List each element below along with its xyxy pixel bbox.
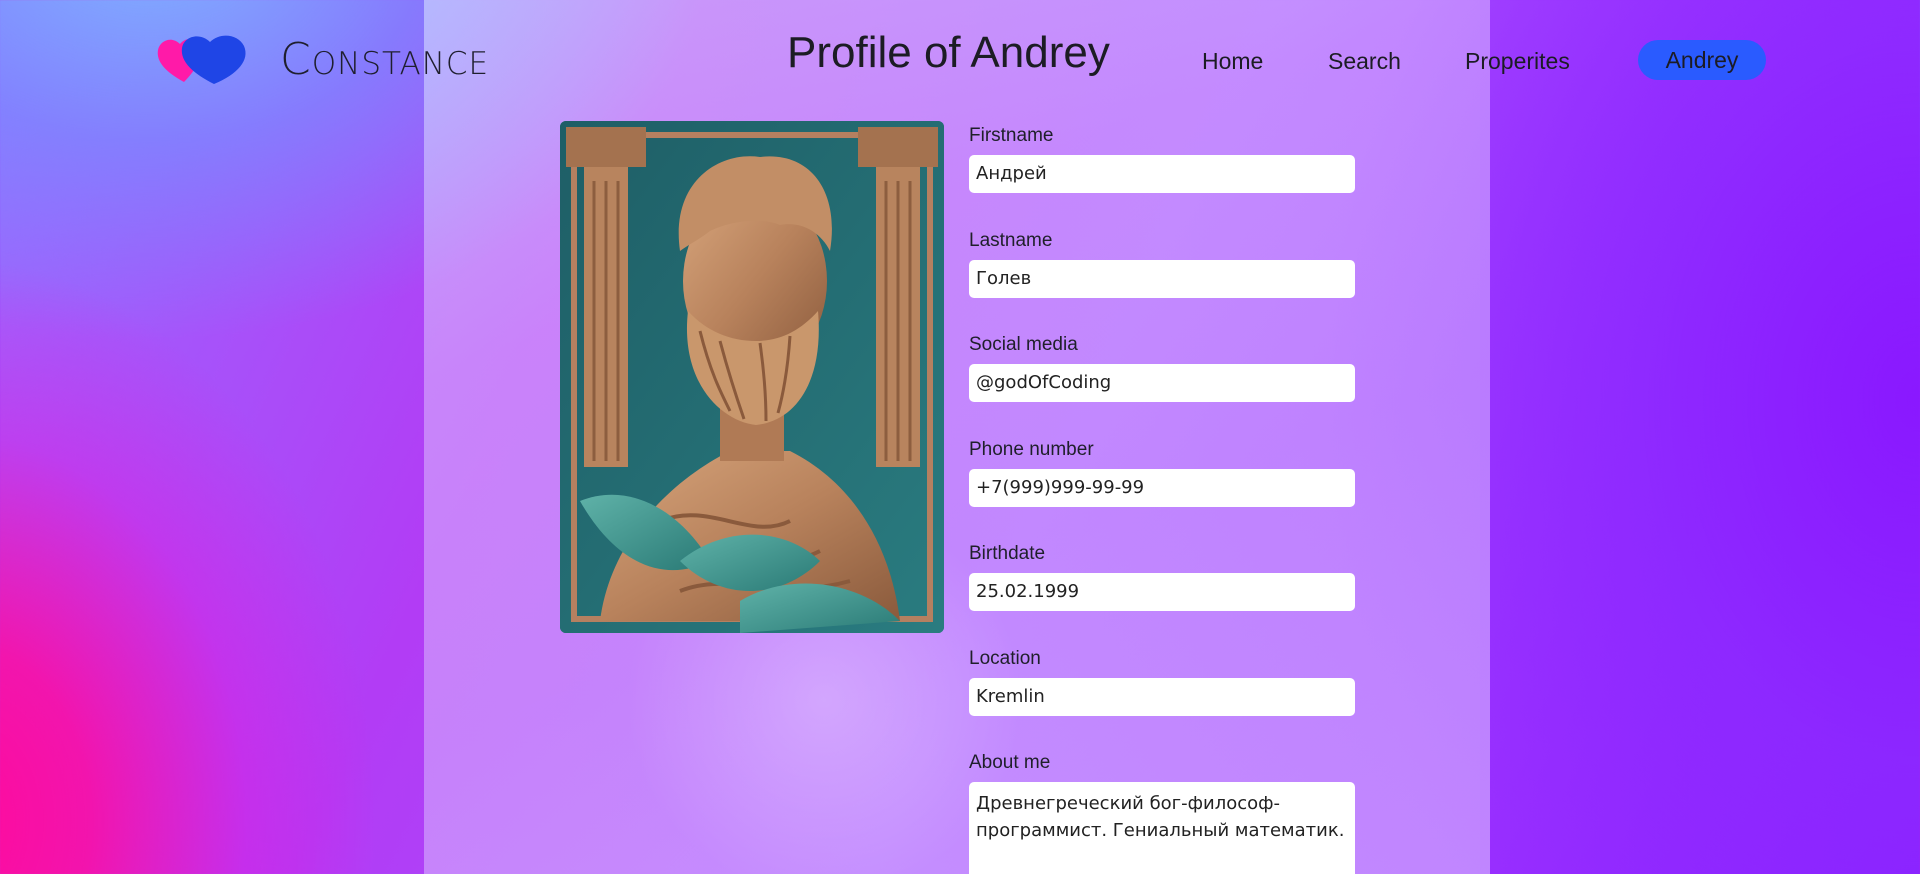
- hearts-logo-icon[interactable]: [154, 32, 254, 86]
- lastname-field[interactable]: Голев: [969, 260, 1355, 298]
- firstname-label: Firstname: [969, 125, 1054, 146]
- philosopher-bust-icon: [560, 121, 944, 633]
- about-me-label: About me: [969, 752, 1051, 773]
- phone-label: Phone number: [969, 439, 1094, 460]
- birthdate-label: Birthdate: [969, 543, 1046, 564]
- location-field[interactable]: Kremlin: [969, 678, 1355, 716]
- profile-avatar: [560, 121, 944, 633]
- brand-name[interactable]: Constance: [280, 34, 489, 85]
- page-title: Profile of Andrey: [787, 28, 1110, 77]
- social-media-label: Social media: [969, 334, 1078, 355]
- social-media-field[interactable]: @godOfCoding: [969, 364, 1355, 402]
- lastname-label: Lastname: [969, 230, 1053, 251]
- phone-field[interactable]: +7(999)999-99-99: [969, 469, 1355, 507]
- nav-home-link[interactable]: Home: [1202, 48, 1263, 75]
- about-me-textarea[interactable]: Древнегреческий бог-философ-программист.…: [969, 782, 1355, 874]
- firstname-field[interactable]: Андрей: [969, 155, 1355, 193]
- nav-search-link[interactable]: Search: [1328, 48, 1401, 75]
- nav-user-button[interactable]: Andrey: [1638, 40, 1766, 80]
- site-header: Constance Profile of Andrey Home Search …: [0, 0, 1920, 120]
- birthdate-field[interactable]: 25.02.1999: [969, 573, 1355, 611]
- location-label: Location: [969, 648, 1041, 669]
- nav-properties-link[interactable]: Properites: [1465, 48, 1570, 75]
